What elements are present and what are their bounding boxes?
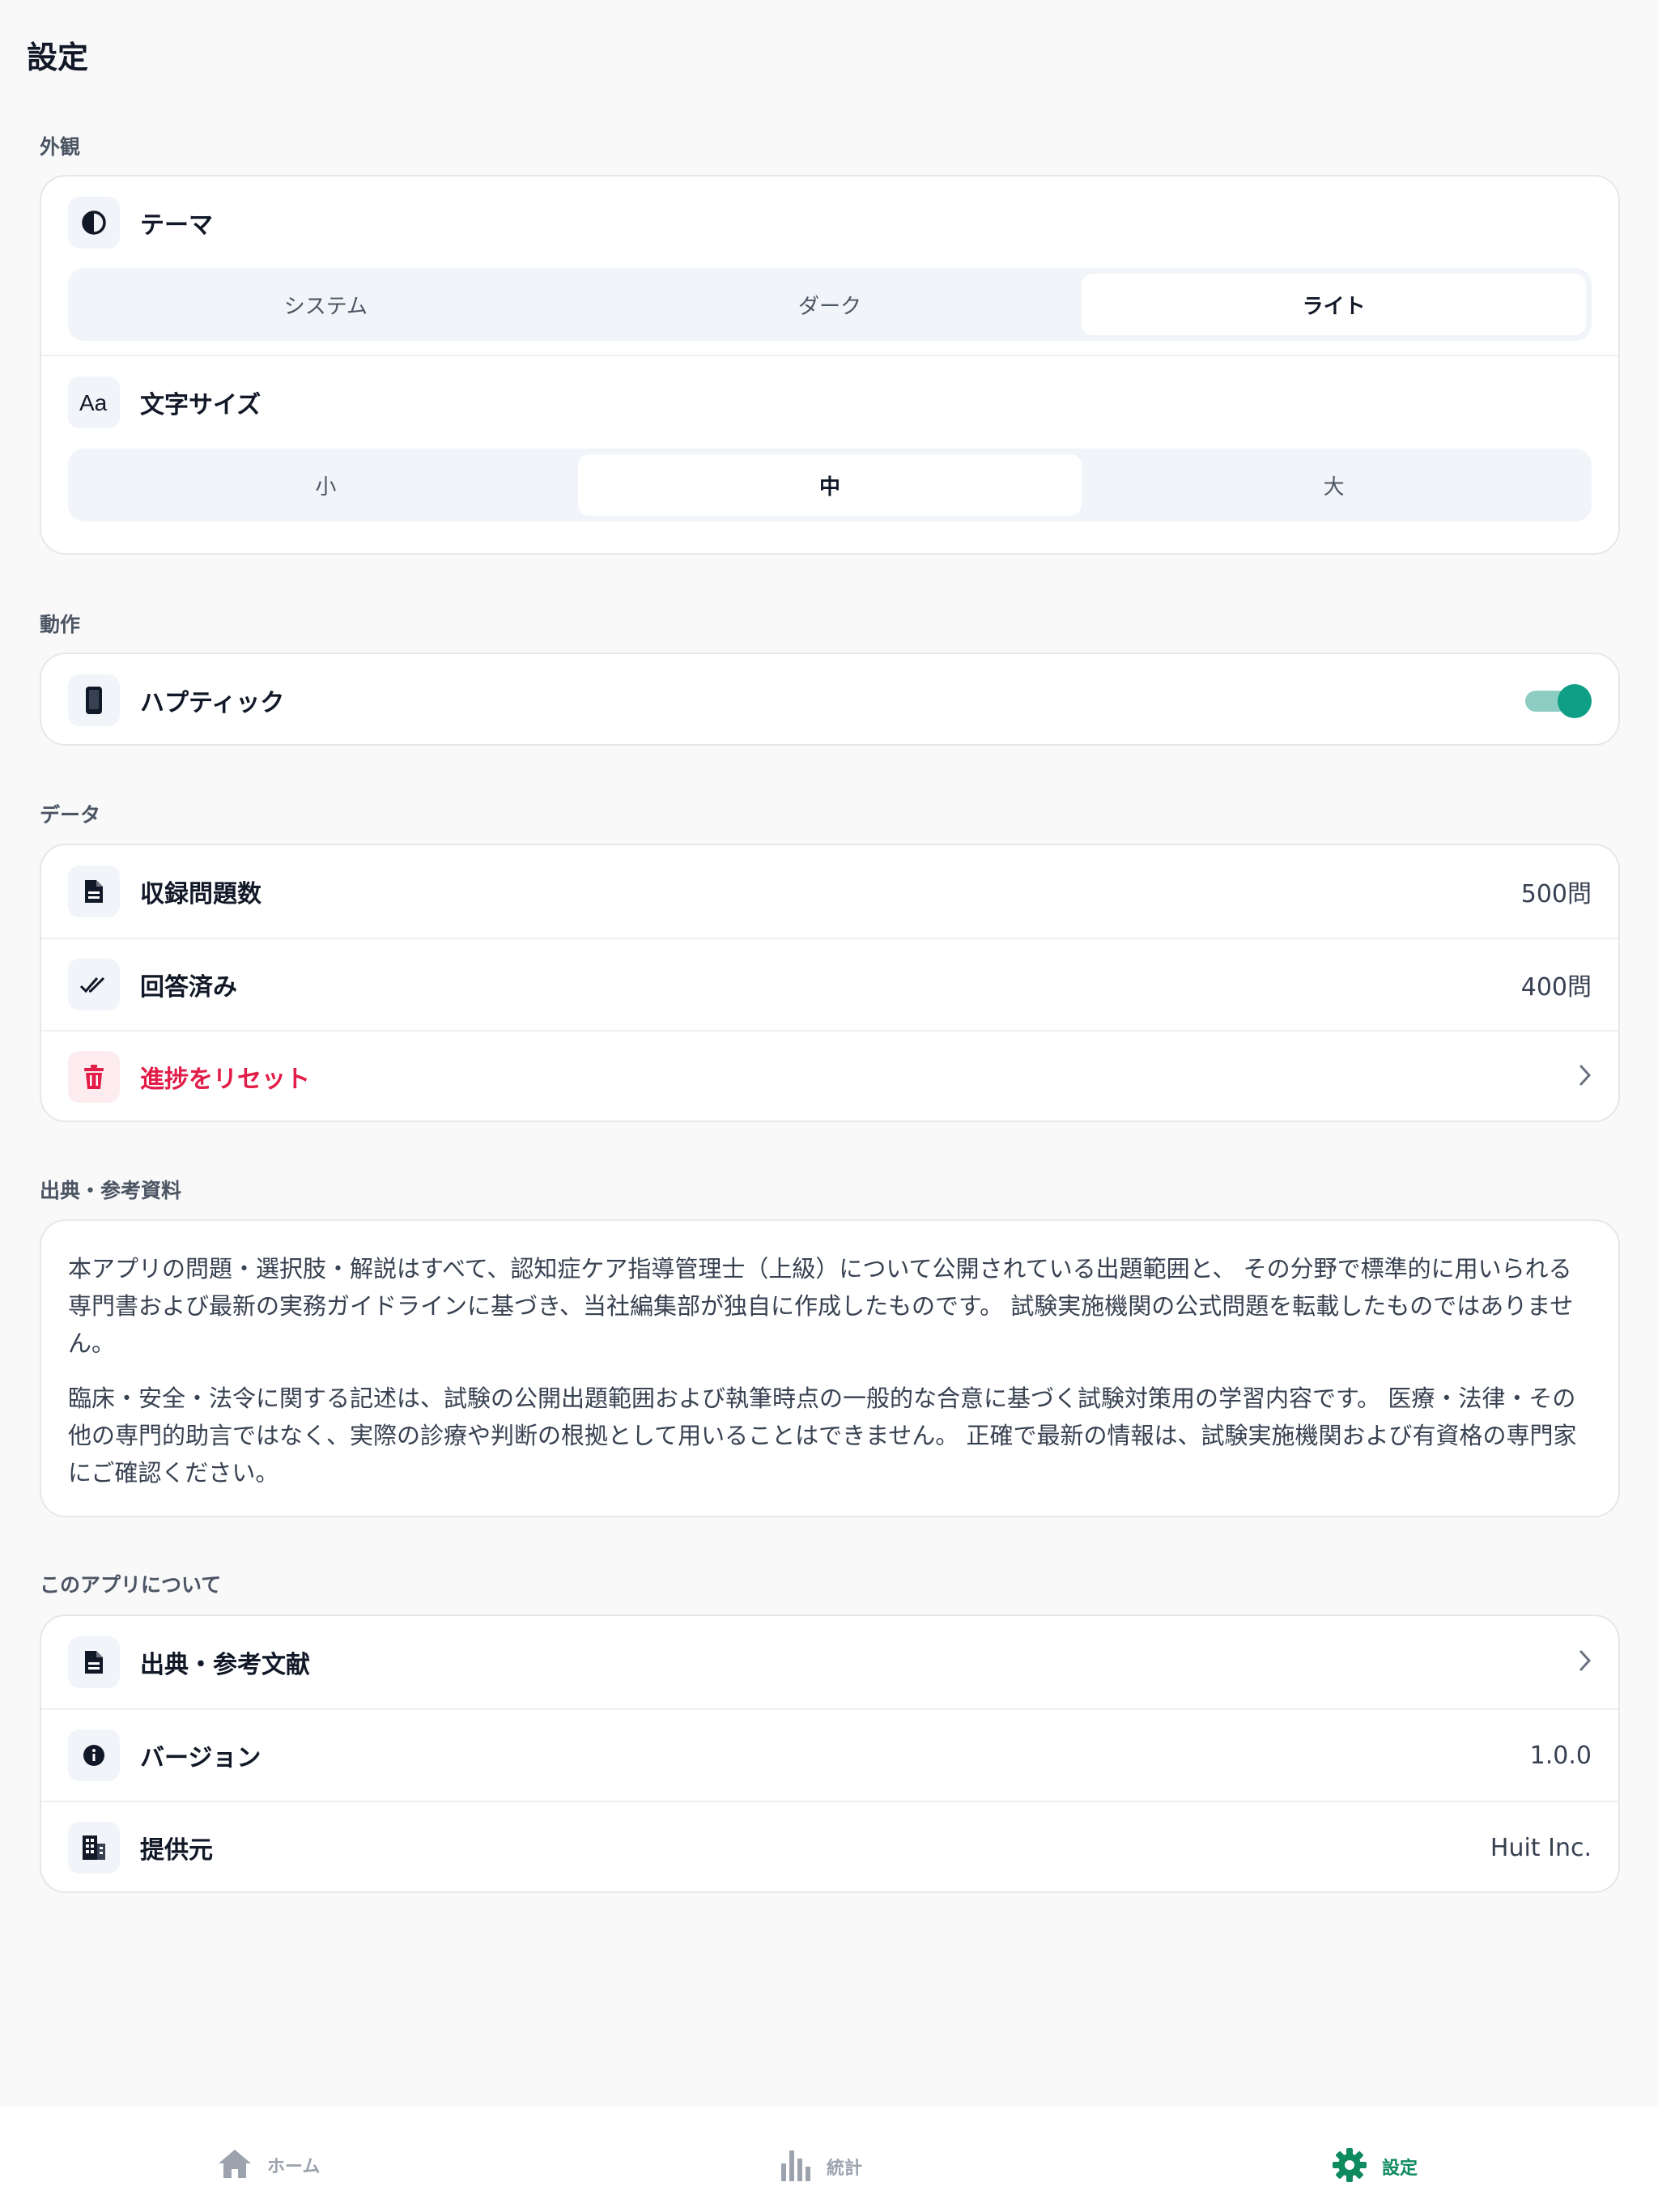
- answered-label: 回答済み: [140, 973, 237, 1002]
- contrast-icon: [68, 197, 120, 249]
- reset-progress-row[interactable]: 進捗をリセット: [41, 1030, 1618, 1121]
- section-title-sources: 出典・参考資料: [40, 1179, 182, 1202]
- theme-option-dark[interactable]: ダーク: [578, 274, 1082, 335]
- tab-settings[interactable]: 設定: [1332, 2147, 1418, 2186]
- section-title-about: このアプリについて: [40, 1573, 222, 1597]
- font-size-option-medium[interactable]: 中: [577, 454, 1082, 516]
- section-title-appearance: 外観: [40, 135, 81, 159]
- chevron-right-icon: [1579, 1064, 1592, 1090]
- theme-label: テーマ: [140, 211, 213, 240]
- document-icon: [68, 1636, 120, 1688]
- section-title-data: データ: [40, 803, 101, 827]
- answered-row: 回答済み 400問: [41, 938, 1618, 1030]
- info-icon: [68, 1729, 120, 1781]
- text-size-icon: Aa: [68, 376, 120, 428]
- references-label: 出典・参考文献: [140, 1651, 310, 1679]
- about-card: 出典・参考文献 バージョン 1.0.0 提供元 Huit Inc.: [40, 1614, 1620, 1893]
- gear-icon: [1332, 2147, 1367, 2186]
- trash-icon: [68, 1051, 120, 1103]
- total-questions-value: 500問: [1520, 880, 1592, 908]
- sources-paragraph-2: 臨床・安全・法令に関する記述は、試験の公開出題範囲および執筆時点の一般的な合意に…: [68, 1385, 1577, 1487]
- sources-card: 本アプリの問題・選択肢・解説はすべて、認知症ケア指導管理士（上級）について公開さ…: [40, 1219, 1620, 1517]
- font-size-row: Aa 文字サイズ: [41, 355, 1618, 449]
- tab-stats[interactable]: 統計: [780, 2147, 862, 2186]
- tab-bar: ホーム 統計 設定: [0, 2107, 1658, 2212]
- tab-stats-label: 統計: [827, 2159, 863, 2179]
- double-check-icon: [68, 959, 120, 1010]
- page-title: 設定: [27, 40, 89, 75]
- theme-row: テーマ: [41, 177, 1618, 269]
- font-size-option-small[interactable]: 小: [74, 454, 578, 516]
- provider-row: 提供元 Huit Inc.: [41, 1801, 1618, 1891]
- tab-settings-label: 設定: [1382, 2159, 1418, 2179]
- data-card: 収録問題数 500問 回答済み 400問 進捗をリセット: [40, 844, 1620, 1122]
- provider-label: 提供元: [140, 1836, 213, 1865]
- font-size-option-large[interactable]: 大: [1082, 454, 1586, 516]
- appearance-card: テーマ システム ダーク ライト Aa 文字サイズ 小 中 大: [40, 175, 1620, 555]
- document-icon: [68, 866, 120, 917]
- haptics-toggle[interactable]: [1525, 684, 1592, 718]
- sources-paragraph-1: 本アプリの問題・選択肢・解説はすべて、認知症ケア指導管理士（上級）について公開さ…: [68, 1255, 1574, 1357]
- chevron-right-icon: [1579, 1649, 1592, 1675]
- theme-option-system[interactable]: システム: [74, 274, 578, 335]
- version-label: バージョン: [140, 1744, 261, 1772]
- font-size-segmented-control: 小 中 大: [68, 449, 1592, 521]
- home-icon: [217, 2147, 253, 2183]
- building-icon: [68, 1822, 120, 1874]
- behavior-card: ハプティック: [40, 653, 1620, 746]
- version-row: バージョン 1.0.0: [41, 1708, 1618, 1801]
- haptics-row: ハプティック: [41, 654, 1618, 744]
- version-value: 1.0.0: [1529, 1741, 1592, 1770]
- haptics-label: ハプティック: [140, 689, 285, 717]
- provider-value: Huit Inc.: [1490, 1833, 1592, 1862]
- chart-icon: [780, 2147, 812, 2186]
- total-questions-row: 収録問題数 500問: [41, 845, 1618, 938]
- toggle-knob: [1558, 684, 1592, 718]
- tab-home[interactable]: ホーム: [217, 2147, 320, 2183]
- tab-home-label: ホーム: [267, 2157, 321, 2177]
- answered-value: 400問: [1520, 973, 1592, 1002]
- svg-text:Aa: Aa: [79, 390, 108, 415]
- font-size-label: 文字サイズ: [140, 391, 261, 419]
- reset-progress-label: 進捗をリセット: [140, 1066, 310, 1094]
- theme-option-light[interactable]: ライト: [1082, 274, 1587, 335]
- section-title-behavior: 動作: [40, 613, 81, 636]
- total-questions-label: 収録問題数: [140, 880, 261, 908]
- references-row[interactable]: 出典・参考文献: [41, 1616, 1618, 1708]
- theme-segmented-control: システム ダーク ライト: [68, 268, 1592, 341]
- phone-icon: [68, 674, 120, 726]
